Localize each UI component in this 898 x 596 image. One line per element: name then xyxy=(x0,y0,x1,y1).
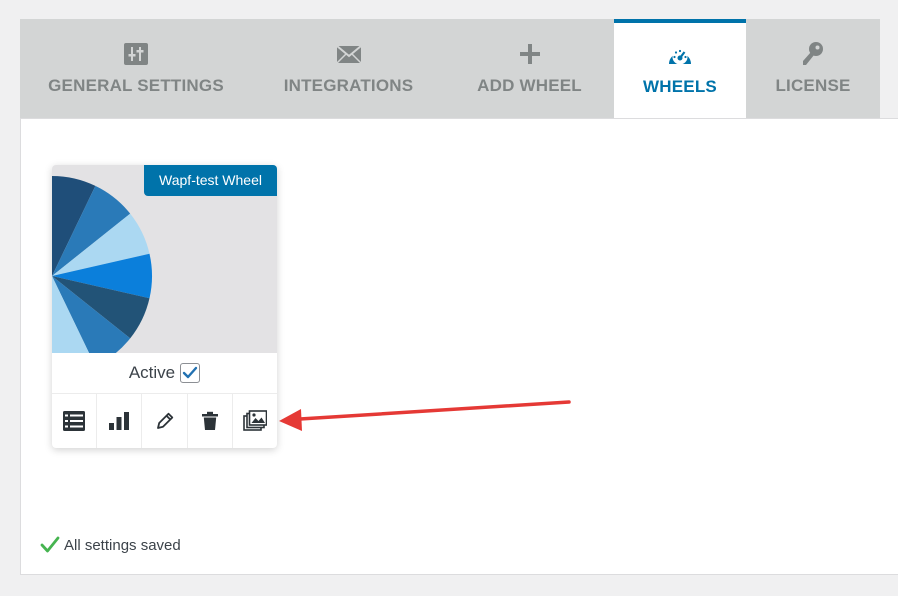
wheel-card: Wapf-test Wheel Active xyxy=(52,165,277,448)
wheel-actions-toolbar xyxy=(52,393,277,448)
edit-button[interactable] xyxy=(142,394,188,448)
save-status: All settings saved xyxy=(40,534,181,556)
checkmark-icon xyxy=(182,366,198,379)
dashboard-icon xyxy=(667,42,693,68)
active-label: Active xyxy=(128,363,176,382)
tab-license[interactable]: LICENSE xyxy=(746,19,880,119)
images-icon xyxy=(243,410,267,431)
tab-integrations[interactable]: INTEGRATIONS xyxy=(252,19,445,119)
tab-label: LICENSE xyxy=(775,76,851,95)
key-icon xyxy=(800,41,826,67)
list-icon xyxy=(63,411,86,431)
tab-label: INTEGRATIONS xyxy=(283,76,414,95)
active-checkbox[interactable] xyxy=(180,363,201,383)
trash-icon xyxy=(201,411,218,430)
tab-general-settings[interactable]: GENERAL SETTINGS xyxy=(20,19,252,119)
gallery-button[interactable] xyxy=(233,394,277,448)
tab-label: WHEELS xyxy=(643,77,717,96)
plus-icon xyxy=(517,41,543,67)
checkmark-icon xyxy=(40,536,60,553)
tab-wheels[interactable]: WHEELS xyxy=(614,19,746,119)
wheel-active-toggle: Active xyxy=(52,353,277,393)
wheel-title: Wapf-test Wheel xyxy=(144,165,277,196)
save-status-text: All settings saved xyxy=(64,536,181,554)
statistics-button[interactable] xyxy=(97,394,143,448)
tab-label: GENERAL SETTINGS xyxy=(48,76,224,95)
wheel-preview[interactable]: Wapf-test Wheel xyxy=(52,165,277,353)
pencil-icon xyxy=(156,412,173,429)
tab-add-wheel[interactable]: ADD WHEEL xyxy=(445,19,614,119)
settings-tab-bar: GENERAL SETTINGS INTEGRATIONS ADD WHEEL xyxy=(20,19,880,119)
chart-bar-icon xyxy=(109,412,130,430)
entries-button[interactable] xyxy=(52,394,98,448)
sliders-icon xyxy=(123,41,149,67)
tab-label: ADD WHEEL xyxy=(477,76,582,95)
envelope-icon xyxy=(335,41,362,67)
delete-button[interactable] xyxy=(188,394,233,448)
